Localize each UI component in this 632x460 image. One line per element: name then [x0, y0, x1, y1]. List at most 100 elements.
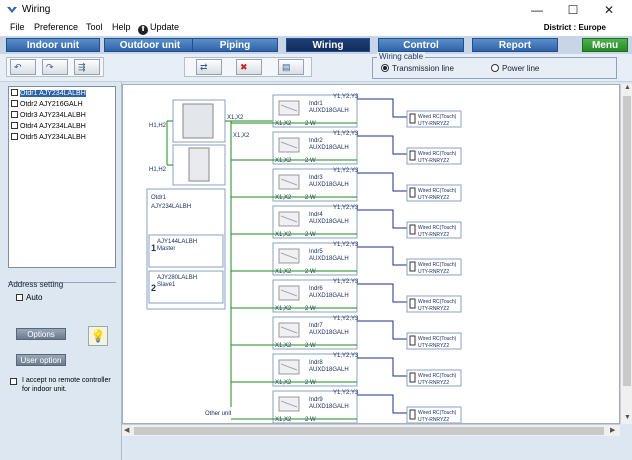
remote-controller-model: UTY-RNRYZ2: [418, 380, 449, 386]
tab-control[interactable]: Control: [378, 38, 464, 52]
delete-wire-icon: ✖: [240, 62, 248, 72]
remote-controller-model: UTY-RNRYZ2: [418, 232, 449, 238]
radio-transmission-line[interactable]: Transmission line: [381, 64, 454, 73]
remote-controller-model: UTY-RNRYZ2: [418, 306, 449, 312]
options-button[interactable]: Options: [16, 328, 66, 340]
indoor-x-terminal-label: X1,X2: [275, 343, 292, 349]
tree-checkbox[interactable]: [11, 133, 18, 140]
remote-controller-model: UTY-RNRYZ2: [418, 195, 449, 201]
indoor-x-terminal-label: X1,X2: [275, 269, 292, 275]
indoor-y-terminal-label: Y1,Y2,Y3: [333, 131, 359, 137]
remote-controller-icon: [409, 150, 416, 161]
menu-file[interactable]: File: [10, 22, 25, 32]
tab-wiring[interactable]: Wiring: [286, 38, 370, 52]
auto-checkbox[interactable]: Auto: [16, 293, 42, 302]
connect-wire-icon: ⇄: [200, 62, 208, 72]
outdoor-unit-tree: Otdr1 AJY234LALBH Otdr2 AJY216GALH Otdr3…: [8, 86, 116, 268]
scroll-up-icon[interactable]: ▲: [624, 84, 631, 91]
tab-report[interactable]: Report: [472, 38, 558, 52]
tab-piping[interactable]: Piping: [192, 38, 278, 52]
menu-preference[interactable]: Preference: [34, 22, 78, 32]
indoor-x-terminal-label: X1,X2: [275, 417, 292, 423]
remote-controller-name: Wired RC(Touch): [418, 262, 457, 268]
tree-checkbox[interactable]: [11, 122, 18, 129]
window-title: Wiring: [22, 4, 51, 15]
indoor-y-terminal-label: Y1,Y2,Y3: [333, 353, 359, 359]
checkbox[interactable]: [10, 378, 17, 385]
indoor-wire-label: 2 W: [305, 269, 316, 275]
outdoor-unit-2-icon: [188, 147, 210, 182]
wiring-diagram[interactable]: Otdr1 AJY234LALBH AJY144LALBH 1 Master A…: [122, 84, 620, 424]
remote-control-wire: [357, 394, 407, 414]
indoor-x-terminal-label: X1,X2: [275, 195, 292, 201]
tree-item-label: Otdr5 AJY234LALBH: [20, 134, 86, 141]
delete-wire-button[interactable]: ✖: [236, 59, 262, 75]
tree-item-otdr2[interactable]: Otdr2 AJY216GALH: [11, 100, 83, 110]
indoor-x-terminal-label: X1,X2: [275, 232, 292, 238]
indoor-y-terminal-label: Y1,Y2,Y3: [333, 168, 359, 174]
indoor-wire-label: 2 W: [305, 158, 316, 164]
remote-controller-name: Wired RC(Touch): [418, 151, 457, 157]
horizontal-scroll-thumb[interactable]: [134, 427, 604, 435]
remote-controller-name: Wired RC(Touch): [418, 336, 457, 342]
indoor-x-terminal-label: X1,X2: [275, 380, 292, 386]
indoor-y-terminal-label: Y1,Y2,Y3: [333, 316, 359, 322]
menu-update[interactable]: ⬆ Update: [138, 22, 179, 35]
scroll-down-icon[interactable]: ▼: [624, 414, 631, 421]
vertical-scroll-thumb[interactable]: [623, 96, 631, 386]
undo-button[interactable]: ↶: [10, 59, 36, 75]
tree-checkbox[interactable]: [11, 111, 18, 118]
indoor-wire-label: 2 W: [305, 417, 316, 423]
indoor-y-terminal-label: Y1,Y2,Y3: [333, 390, 359, 396]
radio-dot: [491, 64, 499, 72]
wiring-list-button[interactable]: ▤: [278, 59, 304, 75]
checkbox[interactable]: [16, 294, 23, 301]
menu-tool[interactable]: Tool: [86, 22, 103, 32]
outdoor-name: Otdr1: [151, 195, 167, 201]
tree-item-label: Otdr4 AJY234LALBH: [20, 123, 86, 130]
tab-indoor-unit[interactable]: Indoor unit: [6, 38, 100, 52]
redo-icon: ↷: [46, 62, 54, 72]
tree-item-otdr4[interactable]: Otdr4 AJY234LALBH: [11, 122, 86, 132]
remote-controller-name: Wired RC(Touch): [418, 410, 457, 416]
scroll-right-icon[interactable]: ▶: [610, 426, 615, 434]
master-model: AJY144LALBH: [157, 239, 197, 245]
horizontal-scrollbar[interactable]: ◀ ▶: [122, 424, 620, 436]
vertical-scrollbar[interactable]: ▲ ▼: [620, 84, 632, 424]
minimize-button[interactable]: —: [520, 0, 554, 20]
wiring-diagram-svg: Otdr1 AJY234LALBH AJY144LALBH 1 Master A…: [146, 94, 462, 423]
tree-item-label: Otdr2 AJY216GALH: [20, 101, 83, 108]
indoor-x-terminal-label: X1,X2: [275, 158, 292, 164]
maximize-button[interactable]: ☐: [556, 0, 590, 20]
radio-power-label: Power line: [502, 64, 540, 73]
remote-controller-icon: [409, 372, 416, 383]
indoor-y-terminal-label: Y1,Y2,Y3: [333, 242, 359, 248]
menu-help[interactable]: Help: [112, 22, 131, 32]
redo-button[interactable]: ↷: [42, 59, 68, 75]
lightbulb-icon[interactable]: 💡: [88, 326, 108, 346]
tree-item-otdr3[interactable]: Otdr3 AJY234LALBH: [11, 111, 86, 121]
district-label: District : Europe: [543, 23, 606, 32]
scroll-left-icon[interactable]: ◀: [124, 426, 129, 434]
slave-model: AJY280LALBH: [157, 275, 197, 281]
remote-control-wire: [357, 357, 407, 377]
tab-outdoor-unit[interactable]: Outdoor unit: [104, 38, 196, 52]
remote-control-wire: [357, 172, 407, 192]
wiring-cable-group: Wiring cable Transmission line Power lin…: [372, 52, 617, 79]
radio-power-line[interactable]: Power line: [491, 64, 539, 73]
tab-menu[interactable]: Menu: [582, 38, 628, 52]
other-unit-label: Other unit: [205, 411, 232, 417]
auto-wiring-button[interactable]: ⇶: [74, 59, 100, 75]
tree-item-otdr1[interactable]: Otdr1 AJY234LALBH: [11, 89, 86, 99]
master-number: 1: [151, 243, 156, 253]
user-option-button[interactable]: User option: [16, 354, 66, 366]
tree-item-otdr5[interactable]: Otdr5 AJY234LALBH: [11, 133, 86, 143]
indoor-y-terminal-label: Y1,Y2,Y3: [333, 94, 359, 100]
connect-wire-button[interactable]: ⇄: [196, 59, 222, 75]
tree-checkbox[interactable]: [11, 89, 18, 96]
x1x2-label-a: X1,X2: [227, 115, 244, 121]
remote-controller-name: Wired RC(Touch): [418, 188, 457, 194]
indoor-unit-model: AUXD18GALH: [309, 182, 349, 188]
tree-checkbox[interactable]: [11, 100, 18, 107]
close-button[interactable]: ✕: [592, 0, 626, 20]
